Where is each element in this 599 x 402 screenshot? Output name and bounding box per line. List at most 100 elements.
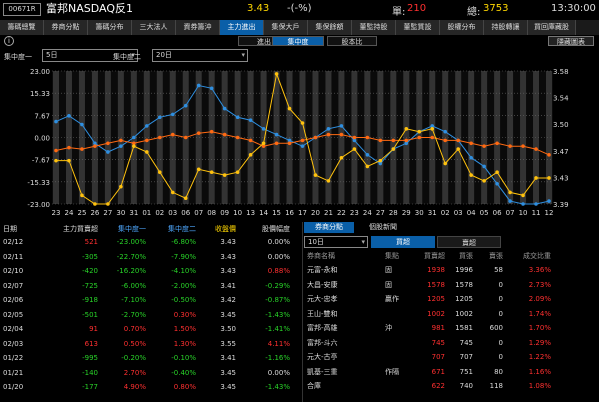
tab-3[interactable]: 三大法人	[132, 20, 176, 35]
series-yellow-point	[54, 158, 58, 163]
right-col-header: 買張	[459, 252, 473, 260]
left-table-row[interactable]: 02/05 -501 -2.70% 0.30% 3.45 -1.43%	[0, 309, 302, 321]
series-blue-point	[443, 129, 448, 134]
left-table-row[interactable]: 02/11 -305 -22.70% -7.90% 3.43 0.00%	[0, 251, 302, 263]
series-orange-point	[67, 145, 71, 150]
tab-6[interactable]: 集保大戶	[264, 20, 308, 35]
broker-row[interactable]: 元大-忠孝 贏作 1205 1205 0 2.09%	[303, 293, 599, 305]
buy-over-button[interactable]: 買超	[371, 236, 435, 248]
single-volume-label: 單:	[392, 7, 406, 18]
tab-10[interactable]: 股權分布	[440, 20, 484, 35]
sub-tab-row: i 進出 集中度 股本比 隱藏圖表	[0, 36, 599, 47]
series-orange-point	[209, 129, 214, 134]
right-col-header: 成交比重	[523, 252, 551, 260]
x-axis-tick: 04	[467, 209, 476, 217]
broker-row[interactable]: 合庫 622 740 118 1.08%	[303, 380, 599, 392]
left-table-row[interactable]: 02/10 -420 -16.20% -4.10% 3.43 0.88%	[0, 265, 302, 277]
left-table-cell: -16.20%	[116, 267, 146, 275]
series-yellow-point	[339, 155, 344, 160]
broker-row[interactable]: 富邦-斗六 745 745 0 1.29%	[303, 337, 599, 349]
news-tab[interactable]: 個股新聞	[358, 222, 408, 233]
left-table-row[interactable]: 02/03 613 0.50% 1.30% 3.55 4.11%	[0, 338, 302, 350]
series-yellow-point	[170, 190, 175, 195]
broker-cell: 1581	[455, 324, 473, 332]
left-table-cell: 3.43	[220, 238, 236, 246]
broker-cell: 沖	[385, 324, 392, 332]
broker-cell: 80	[494, 367, 503, 376]
series-yellow-point	[93, 202, 97, 206]
left-table-row[interactable]: 02/12 521 -23.00% -6.80% 3.43 0.00%	[0, 236, 302, 248]
left-table-row[interactable]: 02/04 91 0.70% 1.50% 3.50 -1.41%	[0, 323, 302, 335]
broker-cell: 0	[498, 295, 503, 303]
broker-row[interactable]: 凱基-三重 作隔 671 751 80 1.16%	[303, 366, 599, 378]
series-blue-point	[339, 124, 344, 128]
broker-row[interactable]: 元富-永和 固 1938 1996 58 3.36%	[303, 264, 599, 276]
left-table-cell: 0.80%	[173, 383, 196, 391]
left-table-cell: 521	[84, 238, 98, 246]
tab-12[interactable]: 買回庫藏股	[528, 20, 576, 35]
tab-4[interactable]: 資券籌沖	[176, 20, 220, 35]
tab-7[interactable]: 集保餘額	[308, 20, 352, 35]
left-table-cell: 0.88%	[267, 267, 290, 275]
series-yellow-point	[482, 179, 486, 183]
left-table-cell: -6.00%	[121, 281, 146, 290]
series-blue-point	[157, 115, 162, 120]
series-orange-point	[313, 135, 318, 140]
broker-cell: 600	[489, 324, 503, 332]
broker-row[interactable]: 富邦-高雄 沖 981 1581 600 1.70%	[303, 322, 599, 334]
left-axis-tick: 15.33	[30, 90, 50, 98]
broker-cell: 凱基-三重	[307, 367, 338, 376]
broker-cell: 富邦-斗六	[307, 338, 338, 347]
left-col-header: 集中度一	[118, 225, 146, 233]
left-table-row[interactable]: 01/22 -995 -0.20% -0.10% 3.41 -1.16%	[0, 352, 302, 364]
series-orange-point	[534, 147, 538, 151]
broker-row[interactable]: 大昌-安康 固 1578 1578 0 2.73%	[303, 279, 599, 291]
series-orange-point	[391, 138, 396, 143]
broker-cell: 固	[385, 266, 392, 274]
series-orange-point	[274, 141, 279, 146]
hide-chart-button[interactable]: 隱藏圖表	[548, 36, 594, 46]
range-dropdown[interactable]: 10日 ▾	[304, 236, 368, 248]
stock-code-box[interactable]: 00671R	[3, 3, 41, 16]
series-orange-point	[106, 141, 110, 146]
series-yellow-point	[443, 161, 448, 166]
broker-tab[interactable]: 券商分點	[304, 222, 354, 233]
broker-cell: 元大-古亭	[307, 353, 338, 361]
left-table-cell: 01/20	[3, 383, 24, 391]
series-orange-point	[183, 135, 188, 140]
tab-2[interactable]: 籌碼分布	[88, 20, 132, 35]
selector2-dropdown[interactable]: 20日 ▾	[152, 49, 248, 62]
left-axis-tick: -23.00	[27, 201, 50, 209]
tab-8[interactable]: 董監持股	[352, 20, 396, 35]
left-table-cell: 3.45	[220, 310, 236, 319]
left-table-cell: 02/03	[3, 339, 24, 348]
tab-1[interactable]: 券商分點	[44, 20, 88, 35]
broker-cell: 1.29%	[528, 338, 551, 347]
subtab-1[interactable]: 集中度	[272, 36, 324, 46]
right-axis-tick: 3.43	[553, 174, 569, 182]
broker-row[interactable]: 元大-古亭 707 707 0 1.22%	[303, 351, 599, 363]
left-table-cell: -0.50%	[171, 296, 196, 304]
series-yellow-point	[261, 141, 266, 146]
series-yellow-point	[430, 127, 435, 131]
tab-0[interactable]: 籌碼總覽	[0, 20, 44, 35]
series-orange-point	[547, 153, 551, 157]
series-yellow-point	[534, 176, 538, 180]
left-table-row[interactable]: 01/21 -140 2.70% -0.40% 3.45 0.00%	[0, 367, 302, 379]
left-table-row[interactable]: 02/07 -725 -6.00% -2.00% 3.41 -0.29%	[0, 280, 302, 292]
tab-9[interactable]: 董監質設	[396, 20, 440, 35]
x-axis-tick: 11	[532, 209, 541, 217]
tab-11[interactable]: 持股轉讓	[484, 20, 528, 35]
info-icon[interactable]: i	[4, 36, 14, 46]
sell-over-button[interactable]: 賣超	[437, 236, 501, 248]
subtab-2[interactable]: 股本比	[327, 36, 377, 46]
x-axis-tick: 25	[77, 209, 86, 217]
series-orange-point	[469, 141, 473, 146]
broker-cell: 1.74%	[528, 309, 551, 318]
tab-5[interactable]: 主力進出	[220, 20, 264, 35]
broker-row[interactable]: 王山-雙和 1002 1002 0 1.74%	[303, 308, 599, 320]
left-table-row[interactable]: 01/20 -177 4.90% 0.80% 3.45 -1.43%	[0, 381, 302, 393]
x-axis-tick: 12	[545, 209, 554, 217]
left-table-cell: -305	[82, 252, 98, 261]
left-table-row[interactable]: 02/06 -918 -7.10% -0.50% 3.42 -0.87%	[0, 294, 302, 306]
